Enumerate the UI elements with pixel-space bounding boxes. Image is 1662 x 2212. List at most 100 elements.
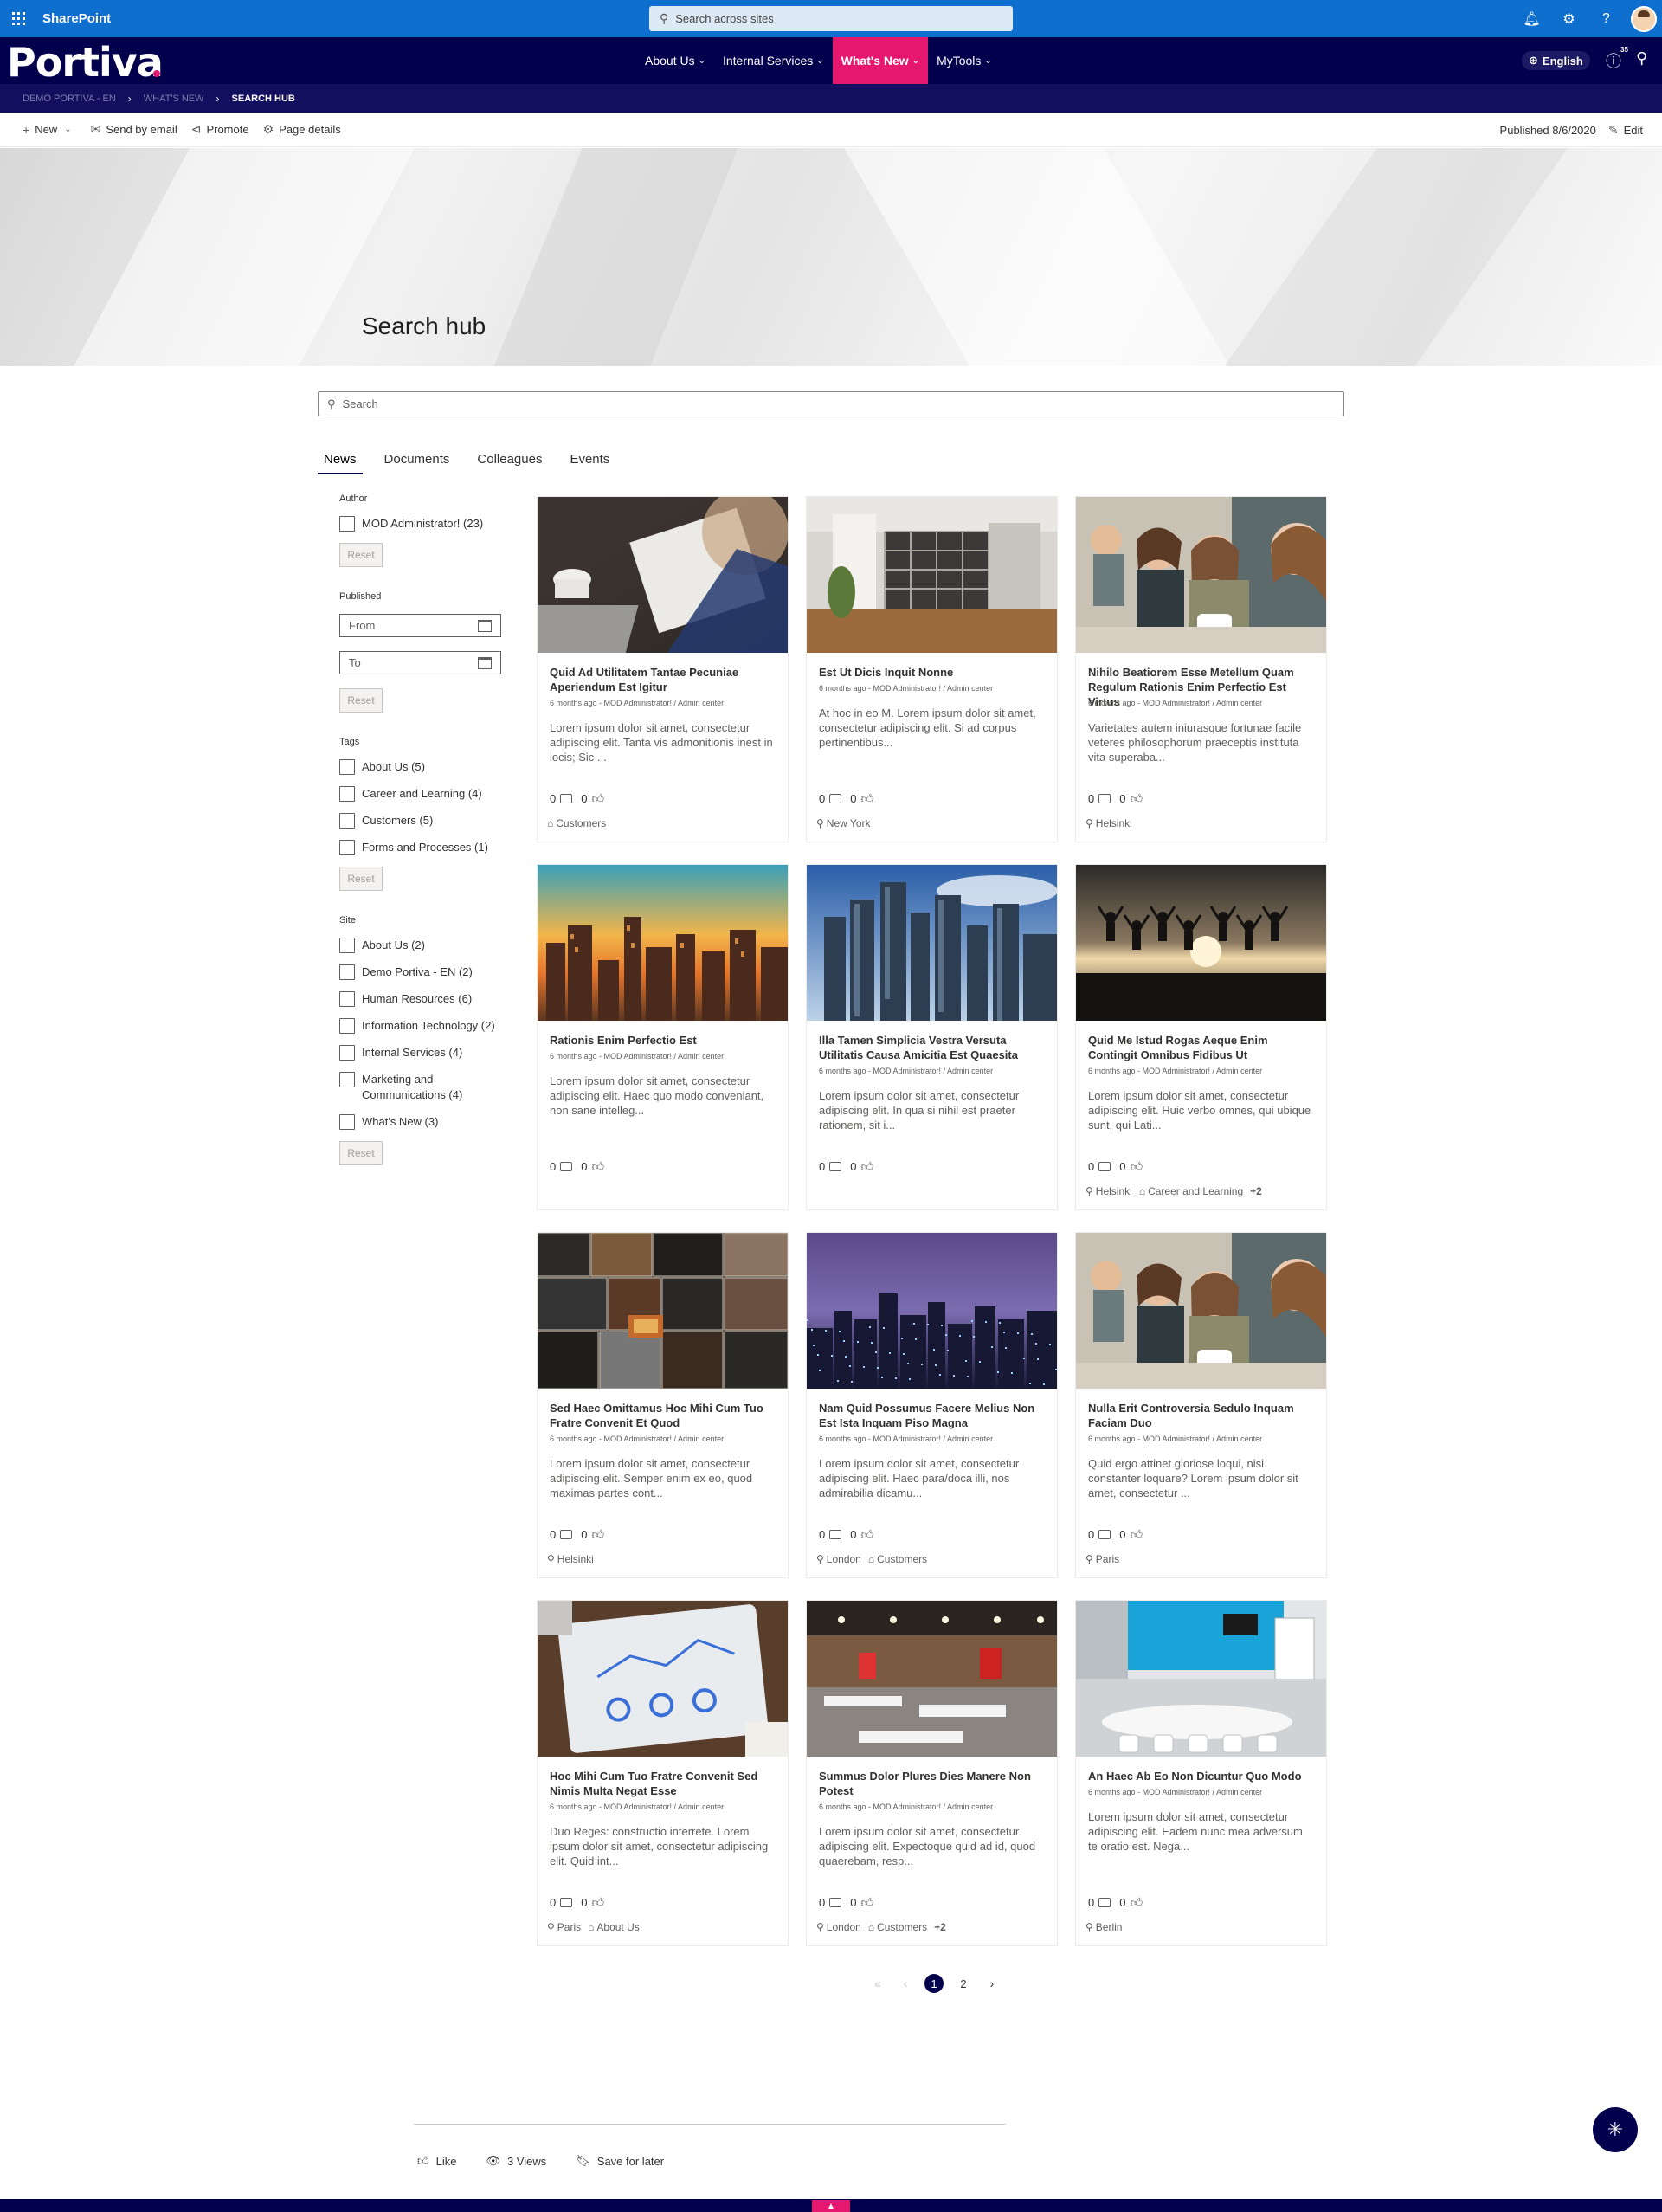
- card-thumbnail[interactable]: [1076, 497, 1326, 653]
- language-selector[interactable]: ⊕ English: [1522, 51, 1590, 70]
- like-count[interactable]: 0 👍︎: [581, 1895, 604, 1910]
- from-date-field[interactable]: From: [339, 614, 501, 637]
- card-thumbnail[interactable]: [538, 1233, 788, 1389]
- card-title[interactable]: Sed Haec Omittamus Hoc Mihi Cum Tuo Frat…: [550, 1401, 776, 1430]
- card-title[interactable]: Quid Ad Utilitatem Tantae Pecuniae Aperi…: [550, 665, 776, 694]
- card-thumbnail[interactable]: [538, 865, 788, 1021]
- reset-button[interactable]: Reset: [339, 688, 383, 713]
- avatar[interactable]: [1625, 0, 1662, 37]
- comment-count[interactable]: 0: [550, 1528, 573, 1541]
- news-card[interactable]: Nulla Erit Controversia Sedulo Inquam Fa…: [1075, 1232, 1327, 1578]
- like-count[interactable]: 0 👍︎: [581, 791, 604, 806]
- card-location[interactable]: ⚲ Paris: [1085, 1553, 1119, 1565]
- breadcrumb-item[interactable]: DEMO PORTIVA - EN: [23, 94, 116, 104]
- nav-about-us[interactable]: About Us ⌄: [636, 37, 714, 84]
- refiner-option[interactable]: MOD Administrator! (23): [339, 516, 512, 532]
- nav-internal-services[interactable]: Internal Services ⌄: [714, 37, 833, 84]
- like-count[interactable]: 0 👍︎: [581, 1527, 604, 1542]
- checkbox[interactable]: [339, 1072, 355, 1087]
- comment-count[interactable]: 0: [550, 792, 573, 805]
- checkbox[interactable]: [339, 1114, 355, 1130]
- refiner-option[interactable]: Information Technology (2): [339, 1018, 512, 1034]
- card-location[interactable]: ⚲ London: [816, 1553, 861, 1565]
- bell-icon[interactable]: 🔔︎: [1513, 0, 1550, 37]
- checkbox[interactable]: [339, 840, 355, 855]
- checkbox[interactable]: [339, 759, 355, 775]
- card-location[interactable]: ⚲ Helsinki: [547, 1553, 594, 1565]
- comment-count[interactable]: 0: [550, 1160, 573, 1173]
- refiner-option[interactable]: Internal Services (4): [339, 1045, 512, 1061]
- new-button[interactable]: + New ⌄: [23, 123, 77, 137]
- refiner-option[interactable]: About Us (2): [339, 938, 512, 953]
- card-tag[interactable]: ⌂ Customers: [868, 1553, 927, 1565]
- more-tags-count[interactable]: +2: [934, 1921, 946, 1933]
- like-count[interactable]: 0 👍︎: [1119, 1527, 1143, 1542]
- card-thumbnail[interactable]: [807, 865, 1057, 1021]
- checkbox[interactable]: [339, 1045, 355, 1061]
- card-title[interactable]: Est Ut Dicis Inquit Nonne: [819, 665, 1046, 680]
- tab-news[interactable]: News: [318, 450, 363, 474]
- refiner-option[interactable]: Career and Learning (4): [339, 786, 512, 802]
- more-tags-count[interactable]: +2: [1250, 1185, 1262, 1197]
- refiner-option[interactable]: Customers (5): [339, 813, 512, 829]
- card-title[interactable]: An Haec Ab Eo Non Dicuntur Quo Modo: [1088, 1769, 1315, 1783]
- card-location[interactable]: ⚲ Berlin: [1085, 1921, 1122, 1933]
- refiner-option[interactable]: Forms and Processes (1): [339, 840, 512, 855]
- news-card[interactable]: Nihilo Beatiorem Esse Metellum Quam Regu…: [1075, 496, 1327, 842]
- card-title[interactable]: Illa Tamen Simplicia Vestra Versuta Util…: [819, 1033, 1046, 1062]
- card-location[interactable]: ⚲ Paris: [547, 1921, 581, 1933]
- news-card[interactable]: Summus Dolor Plures Dies Manere Non Pote…: [806, 1600, 1058, 1946]
- news-card[interactable]: Rationis Enim Perfectio Est 6 months ago …: [537, 864, 789, 1210]
- comment-count[interactable]: 0: [1088, 792, 1111, 805]
- card-title[interactable]: Hoc Mihi Cum Tuo Fratre Convenit Sed Nim…: [550, 1769, 776, 1798]
- card-location[interactable]: ⚲ Helsinki: [1085, 817, 1132, 829]
- portiva-logo[interactable]: Portiva: [7, 39, 164, 86]
- nav-whats-new[interactable]: What's New ⌄: [832, 37, 929, 84]
- help-icon[interactable]: ?: [1588, 0, 1625, 37]
- refiner-option[interactable]: What's New (3): [339, 1114, 512, 1130]
- page-number[interactable]: 2: [954, 1974, 973, 1993]
- like-count[interactable]: 0 👍︎: [1119, 1895, 1143, 1910]
- like-count[interactable]: 0 👍︎: [581, 1159, 604, 1174]
- refiner-option[interactable]: Human Resources (6): [339, 991, 512, 1007]
- news-card[interactable]: Sed Haec Omittamus Hoc Mihi Cum Tuo Frat…: [537, 1232, 789, 1578]
- tab-colleagues[interactable]: Colleagues: [471, 450, 548, 474]
- edit-button[interactable]: ✎ Edit: [1608, 123, 1643, 138]
- page-details-button[interactable]: ⚙ Page details: [263, 122, 341, 137]
- card-tag[interactable]: ⌂ Customers: [547, 817, 606, 829]
- page-number-current[interactable]: 1: [924, 1974, 944, 1993]
- global-search-input[interactable]: ⚲ Search across sites: [649, 6, 1013, 31]
- send-by-email-button[interactable]: ✉ Send by email: [91, 122, 177, 137]
- assistant-button[interactable]: ✳: [1593, 2107, 1638, 2152]
- like-count[interactable]: 0 👍︎: [1119, 791, 1143, 806]
- card-title[interactable]: Nam Quid Possumus Facere Melius Non Est …: [819, 1401, 1046, 1430]
- like-count[interactable]: 0 👍︎: [850, 1159, 873, 1174]
- reset-button[interactable]: Reset: [339, 1141, 383, 1165]
- card-location[interactable]: ⚲ Helsinki: [1085, 1185, 1132, 1197]
- card-thumbnail[interactable]: [538, 1601, 788, 1757]
- first-page-icon[interactable]: «: [869, 1977, 886, 1990]
- previous-page-icon[interactable]: ‹: [897, 1977, 914, 1990]
- card-thumbnail[interactable]: [1076, 1601, 1326, 1757]
- app-name[interactable]: SharePoint: [42, 11, 111, 26]
- app-launcher-icon[interactable]: [0, 0, 37, 37]
- next-page-icon[interactable]: ›: [983, 1977, 1001, 1990]
- calendar-icon[interactable]: [478, 619, 492, 632]
- search-input[interactable]: ⚲ Search: [318, 391, 1344, 416]
- checkbox[interactable]: [339, 786, 355, 802]
- to-date-field[interactable]: To: [339, 651, 501, 674]
- news-card[interactable]: Hoc Mihi Cum Tuo Fratre Convenit Sed Nim…: [537, 1600, 789, 1946]
- card-title[interactable]: Summus Dolor Plures Dies Manere Non Pote…: [819, 1769, 1046, 1798]
- back-to-top-button[interactable]: ▲: [812, 2200, 850, 2212]
- save-for-later-button[interactable]: 🔖︎ Save for later: [576, 2154, 664, 2168]
- card-thumbnail[interactable]: [1076, 865, 1326, 1021]
- news-card[interactable]: Quid Ad Utilitatem Tantae Pecuniae Aperi…: [537, 496, 789, 842]
- card-location[interactable]: ⚲ New York: [816, 817, 871, 829]
- like-count[interactable]: 0 👍︎: [850, 791, 873, 806]
- card-title[interactable]: Rationis Enim Perfectio Est: [550, 1033, 776, 1048]
- news-card[interactable]: An Haec Ab Eo Non Dicuntur Quo Modo 6 mon…: [1075, 1600, 1327, 1946]
- tab-events[interactable]: Events: [564, 450, 615, 474]
- gear-icon[interactable]: ⚙: [1550, 0, 1588, 37]
- card-title[interactable]: Nulla Erit Controversia Sedulo Inquam Fa…: [1088, 1401, 1315, 1430]
- nav-mytools[interactable]: MyTools ⌄: [928, 37, 1001, 84]
